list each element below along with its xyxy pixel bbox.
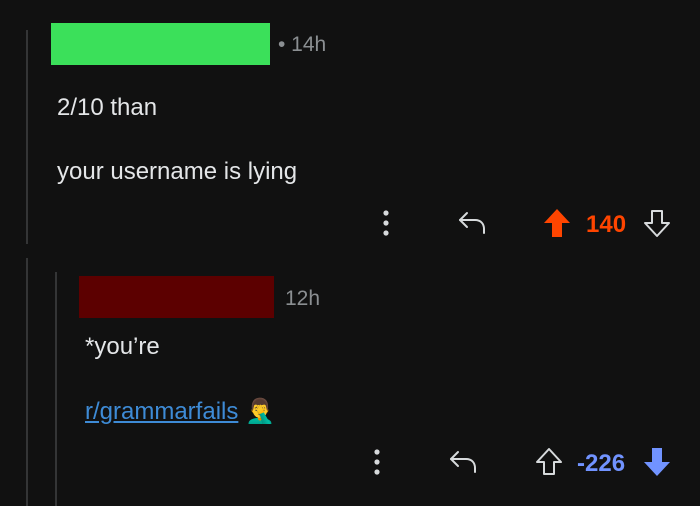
reply-arrow-icon	[459, 212, 485, 234]
vote-score: -226	[577, 450, 626, 477]
comment-timestamp: 12h	[285, 287, 321, 310]
upvote-button[interactable]	[532, 443, 566, 481]
subreddit-link[interactable]: r/grammarfails	[85, 398, 238, 425]
downvote-button[interactable]	[640, 204, 674, 242]
comment-body-line: 2/10 than	[57, 94, 158, 121]
downvote-arrow-icon	[644, 210, 670, 237]
reply-arrow-icon	[450, 451, 476, 473]
more-vertical-icon	[374, 449, 380, 475]
facepalm-emoji: 🤦‍♂️	[245, 398, 275, 425]
username-redacted[interactable]	[79, 276, 274, 318]
comment-body-line: your username is lying	[57, 158, 298, 185]
downvote-arrow-icon	[644, 448, 670, 476]
thread-line-level-1-continued	[26, 258, 28, 506]
thread-line-level-1	[26, 30, 28, 244]
comment-timestamp: • 14h	[278, 33, 327, 56]
upvote-arrow-icon	[544, 209, 570, 237]
comment-body-line: *you’re	[85, 333, 160, 360]
upvote-arrow-icon	[536, 448, 562, 475]
upvote-button[interactable]	[540, 204, 574, 242]
username-redacted[interactable]	[51, 23, 270, 65]
vote-score: 140	[586, 211, 627, 238]
more-options-button[interactable]	[363, 445, 391, 479]
downvote-button[interactable]	[640, 443, 674, 481]
more-vertical-icon	[383, 210, 389, 236]
thread-line-level-2	[55, 272, 57, 506]
more-options-button[interactable]	[372, 206, 400, 240]
reply-button[interactable]	[454, 206, 490, 240]
reply-button[interactable]	[445, 445, 481, 479]
comment-link-line: r/grammarfails 🤦‍♂️	[85, 397, 275, 426]
